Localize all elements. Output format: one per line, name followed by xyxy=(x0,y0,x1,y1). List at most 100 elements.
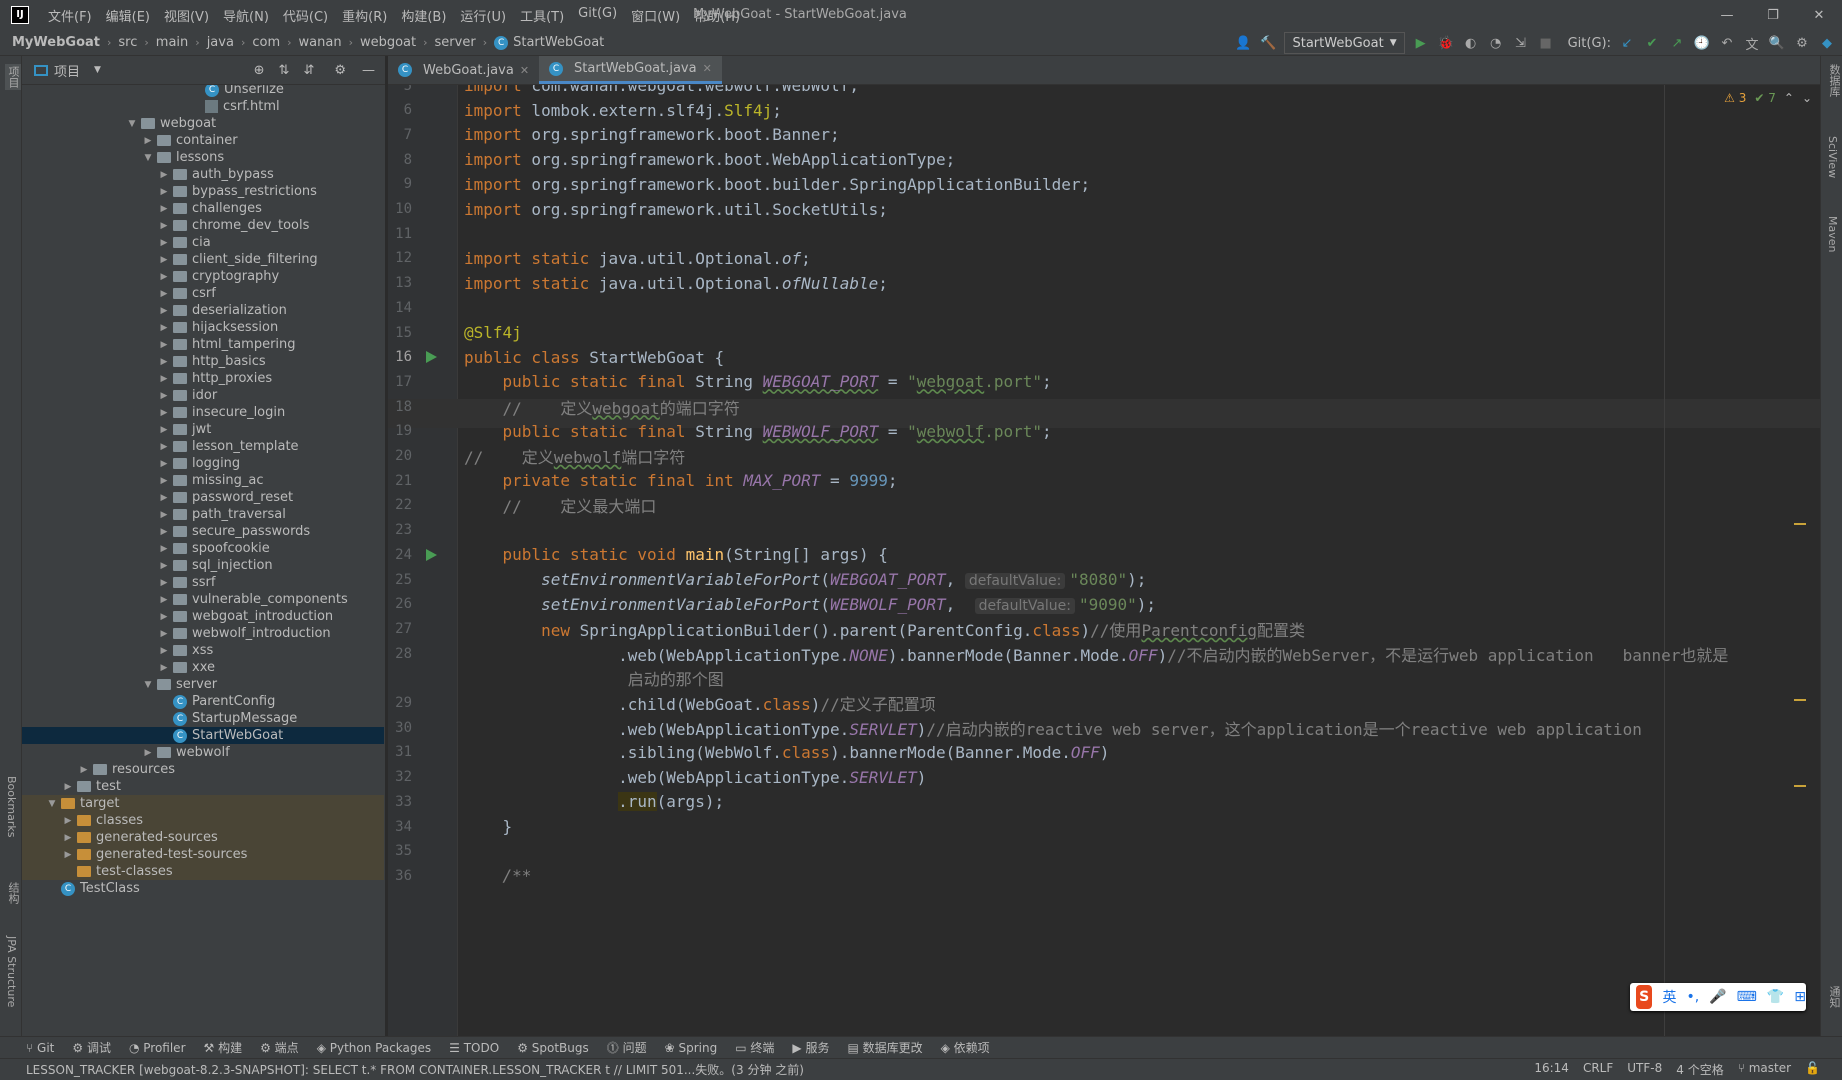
tree-item[interactable]: ▶ csrf xyxy=(22,285,384,302)
code-line[interactable]: 28 .web(WebApplicationType.NONE).bannerM… xyxy=(388,641,1820,666)
gear-icon[interactable]: ⚙ xyxy=(334,63,346,78)
punctuation-icon[interactable]: •, xyxy=(1686,989,1699,1005)
chevron-right-icon[interactable]: ▶ xyxy=(158,629,170,639)
tree-item[interactable]: ▶ password_reset xyxy=(22,489,384,506)
tree-item[interactable]: ▶ cia xyxy=(22,234,384,251)
tree-item[interactable]: ▶ insecure_login xyxy=(22,404,384,421)
maximize-button[interactable]: ❐ xyxy=(1750,0,1796,30)
chevron-right-icon[interactable]: ▶ xyxy=(62,850,74,860)
menu-item[interactable]: 编辑(E) xyxy=(99,6,157,25)
tool-window-button[interactable]: ☰ TODO xyxy=(449,1041,499,1055)
breadcrumb-item[interactable]: StartWebGoat xyxy=(513,35,604,50)
tree-item[interactable]: C StartupMessage xyxy=(22,710,384,727)
tool-window-button[interactable]: ◔ Profiler xyxy=(129,1041,186,1055)
chevron-right-icon[interactable]: ▶ xyxy=(158,646,170,656)
tree-item[interactable]: C StartWebGoat xyxy=(22,727,384,744)
chevron-right-icon[interactable]: ▶ xyxy=(158,476,170,486)
chevron-right-icon[interactable]: ▶ xyxy=(158,595,170,605)
code-line[interactable]: 9 import org.springframework.boot.builder… xyxy=(388,172,1820,197)
run-gutter-icon[interactable] xyxy=(426,351,437,364)
menu-item[interactable]: 文件(F) xyxy=(41,6,99,25)
chevron-right-icon[interactable]: ▶ xyxy=(158,391,170,401)
tree-item[interactable]: ▶ path_traversal xyxy=(22,506,384,523)
tab-file[interactable]: C WebGoat.java ✕ xyxy=(388,56,539,84)
git-branch[interactable]: ⑂ master xyxy=(1738,1061,1791,1078)
breadcrumb-item[interactable]: main xyxy=(156,35,188,50)
plugin-icon[interactable]: ◆ xyxy=(1818,34,1836,52)
expand-all-icon[interactable]: ⇅ xyxy=(279,63,290,78)
stop-icon[interactable]: ■ xyxy=(1537,34,1555,52)
tool-window-button[interactable]: ▶ 服务 xyxy=(792,1039,829,1056)
minimize-button[interactable]: — xyxy=(1704,0,1750,30)
code-line[interactable]: 12 import static java.util.Optional.of; xyxy=(388,246,1820,271)
tool-window-button[interactable]: ◈ Python Packages xyxy=(317,1041,431,1055)
code-line[interactable]: 35 xyxy=(388,839,1820,864)
tree-item[interactable]: ▶ jwt xyxy=(22,421,384,438)
tree-item[interactable]: ▼ server xyxy=(22,676,384,693)
code-line[interactable]: 36 /** xyxy=(388,863,1820,888)
tree-item[interactable]: C ParentConfig xyxy=(22,693,384,710)
code-line[interactable]: 5 import com.wanan.webgoat.webwolf.WebWol… xyxy=(388,85,1820,98)
code-line[interactable]: 8 import org.springframework.boot.WebAppl… xyxy=(388,147,1820,172)
code-line[interactable]: 启动的那个图 xyxy=(388,666,1820,691)
bookmarks-tool-button[interactable]: Bookmarks xyxy=(5,776,18,837)
menu-grid-icon[interactable]: ⊞ xyxy=(1794,989,1806,1005)
chevron-right-icon[interactable]: ▶ xyxy=(158,561,170,571)
collapse-all-icon[interactable]: ⇵ xyxy=(303,63,314,78)
locate-icon[interactable]: ⊕ xyxy=(254,63,265,78)
history-icon[interactable]: 🕘 xyxy=(1693,34,1711,52)
code-line[interactable]: 31 .sibling(WebWolf.class).bannerMode(Ba… xyxy=(388,740,1820,765)
tool-window-button[interactable]: ⚒ 构建 xyxy=(204,1039,243,1056)
menu-item[interactable]: 代码(C) xyxy=(276,6,335,25)
tree-item[interactable]: C TestClass xyxy=(22,880,384,897)
lock-icon[interactable]: 🔓 xyxy=(1805,1061,1820,1078)
tree-item[interactable]: ▶ xss xyxy=(22,642,384,659)
coverage-icon[interactable]: ◐ xyxy=(1462,34,1480,52)
code-line[interactable]: 15 @Slf4j xyxy=(388,320,1820,345)
tree-item[interactable]: ▶ generated-test-sources xyxy=(22,846,384,863)
chevron-right-icon[interactable]: ▶ xyxy=(158,340,170,350)
chevron-down-icon[interactable]: ⌄ xyxy=(1802,91,1812,105)
chevron-down-icon[interactable]: ▼ xyxy=(142,680,154,690)
tree-item[interactable]: ▶ sql_injection xyxy=(22,557,384,574)
build-hammer-icon[interactable]: 🔨 xyxy=(1259,34,1277,52)
error-stripe-mark[interactable] xyxy=(1794,785,1806,787)
tool-window-button[interactable]: ⓵ 问题 xyxy=(607,1039,647,1056)
chevron-right-icon[interactable]: ▶ xyxy=(62,833,74,843)
tool-window-button[interactable]: ⑂ Git xyxy=(26,1041,54,1055)
run-gutter-icon[interactable] xyxy=(426,548,437,561)
git-commit-icon[interactable]: ✔ xyxy=(1643,34,1661,52)
chevron-right-icon[interactable]: ▶ xyxy=(158,425,170,435)
maven-tool-button[interactable]: Maven xyxy=(1826,216,1839,252)
tool-window-button[interactable]: ▭ 终端 xyxy=(735,1039,774,1056)
tool-window-button[interactable]: ⚙ SpotBugs xyxy=(517,1041,589,1055)
app-logo-icon[interactable]: IJ xyxy=(11,6,29,24)
code-line[interactable]: 23 xyxy=(388,518,1820,543)
breadcrumb-item[interactable]: src xyxy=(118,35,137,50)
code-line[interactable]: 16 public class StartWebGoat { xyxy=(388,345,1820,370)
code-editor[interactable]: 5 import com.wanan.webgoat.webwolf.WebWol… xyxy=(388,85,1820,1036)
profile-icon[interactable]: ◔ xyxy=(1487,34,1505,52)
chevron-right-icon[interactable]: ▶ xyxy=(158,408,170,418)
code-line[interactable]: 25 setEnvironmentVariableForPort(WEBGOAT… xyxy=(388,567,1820,592)
hide-panel-icon[interactable]: — xyxy=(362,63,375,78)
code-line[interactable]: 7 import org.springframework.boot.Banner; xyxy=(388,122,1820,147)
code-line[interactable]: 19 public static final String WEBWOLF_PO… xyxy=(388,419,1820,444)
chevron-right-icon[interactable]: ▶ xyxy=(158,289,170,299)
code-line[interactable]: 22 // 定义最大端口 xyxy=(388,493,1820,518)
chevron-down-icon[interactable]: ▼ xyxy=(46,799,58,809)
error-stripe-mark[interactable] xyxy=(1794,699,1806,701)
breadcrumb-item[interactable]: MyWebGoat xyxy=(12,35,100,50)
code-line[interactable]: 24 public static void main(String[] args… xyxy=(388,542,1820,567)
keyboard-icon[interactable]: ⌨ xyxy=(1737,989,1757,1005)
code-line[interactable]: 13 import static java.util.Optional.ofNul… xyxy=(388,271,1820,296)
tab-active[interactable]: C StartWebGoat.java ✕ xyxy=(539,56,722,84)
code-line[interactable]: 27 new SpringApplicationBuilder().parent… xyxy=(388,616,1820,641)
notifications-tool-button[interactable]: 通知 xyxy=(1826,986,1842,1008)
project-tool-button[interactable]: 项目 xyxy=(5,64,21,90)
tree-item[interactable]: ▶ client_side_filtering xyxy=(22,251,384,268)
tree-item[interactable]: ▶ idor xyxy=(22,387,384,404)
chevron-right-icon[interactable]: ▶ xyxy=(158,578,170,588)
tree-item[interactable]: ▶ spoofcookie xyxy=(22,540,384,557)
chevron-right-icon[interactable]: ▶ xyxy=(158,374,170,384)
